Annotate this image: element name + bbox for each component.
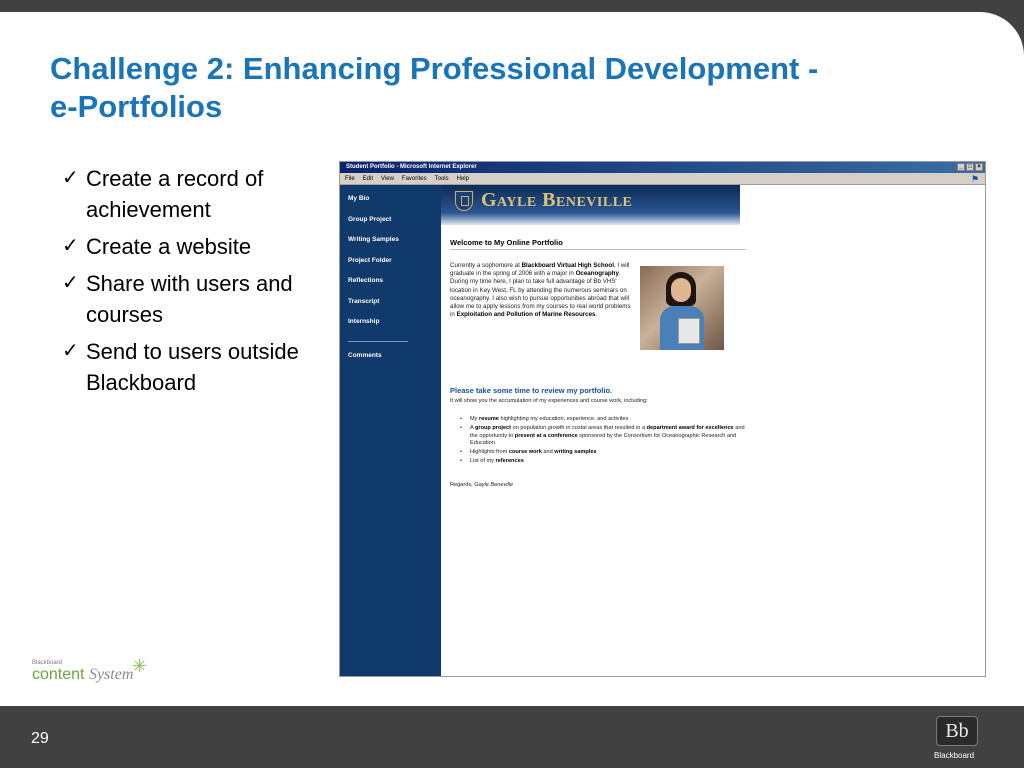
checkmark-icon: ✓ <box>62 272 79 294</box>
slide-title: Challenge 2: Enhancing Professional Deve… <box>50 50 950 126</box>
sidebar-item-writing-samples[interactable]: Writing Samples <box>340 230 441 251</box>
bullet-item: ✓ Create a website <box>62 231 322 262</box>
list-item: Highlights from course work and writing … <box>460 449 750 457</box>
cs-logo-system: System <box>88 666 134 683</box>
item-link[interactable]: resume <box>479 416 499 422</box>
list-item: List of my references <box>460 458 750 466</box>
regards-text: Regards, <box>450 482 473 488</box>
item-highlight: present at a conference <box>514 432 578 439</box>
sidebar-item-group-project[interactable]: Group Project <box>340 210 441 231</box>
intro-topic: Exploitation and Pollution of Marine Res… <box>456 311 596 319</box>
browser-viewport: My Bio Group Project Writing Samples Pro… <box>340 185 985 676</box>
sidebar-divider <box>348 340 408 342</box>
menu-file[interactable]: File <box>345 173 355 184</box>
item-text: highlighting my education, experience, a… <box>498 416 629 422</box>
browser-screenshot: Student Portfolio - Microsoft Internet E… <box>339 161 986 677</box>
item-link[interactable]: references <box>496 458 524 464</box>
close-icon[interactable]: × <box>975 163 983 171</box>
cs-logo-text: content System <box>32 666 133 683</box>
item-text: and <box>541 449 555 456</box>
bullet-text: Create a website <box>86 234 252 259</box>
portfolio-sidebar: My Bio Group Project Writing Samples Pro… <box>340 185 441 676</box>
checkmark-icon: ✓ <box>62 167 79 189</box>
sparkle-icon: ✳ <box>132 656 148 676</box>
page-number: 29 <box>31 730 49 747</box>
item-text: Highlights from <box>470 449 509 456</box>
item-link[interactable]: course work <box>509 449 542 455</box>
bullet-text: Create a record of achievement <box>86 166 264 222</box>
checkmark-icon: ✓ <box>62 340 79 362</box>
item-text: List of my <box>470 458 496 465</box>
list-item: A group project on population growth in … <box>460 425 750 448</box>
intro-school: Blackboard Virtual High School <box>521 262 614 269</box>
student-photo <box>640 266 724 350</box>
sidebar-item-comments[interactable]: Comments <box>340 346 441 367</box>
crest-icon <box>455 191 473 211</box>
intro-text: . <box>595 311 598 319</box>
blackboard-logo: Bb <box>936 716 978 746</box>
item-text: on population growth in costal areas tha… <box>511 425 647 432</box>
item-highlight: department award for excellence <box>646 425 734 432</box>
review-subtext: It will show you the accumulation of my … <box>450 398 648 404</box>
menu-tools[interactable]: Tools <box>435 173 449 184</box>
intro-major: Oceanography <box>575 270 619 278</box>
item-text: My <box>470 416 480 422</box>
signature-name: Gayle Beneville <box>474 482 514 488</box>
heading-divider <box>450 249 746 250</box>
checkmark-icon: ✓ <box>62 235 79 257</box>
portfolio-main: Gayle Beneville Welcome to My Online Por… <box>441 185 985 676</box>
title-line-1: Challenge 2: Enhancing Professional Deve… <box>50 51 819 86</box>
menu-help[interactable]: Help <box>457 173 469 184</box>
regards-line: Regards, Gayle Beneville <box>450 482 513 488</box>
window-title: Student Portfolio - Microsoft Internet E… <box>346 164 477 170</box>
item-link[interactable]: group project <box>475 425 511 431</box>
item-link[interactable]: writing samples <box>554 449 596 455</box>
content-system-logo: Blackboard content System <box>32 660 133 684</box>
bullet-item: ✓ Share with users and courses <box>62 268 322 330</box>
sidebar-item-transcript[interactable]: Transcript <box>340 292 441 313</box>
menu-edit[interactable]: Edit <box>363 173 373 184</box>
bullet-text: Send to users outside Blackboard <box>86 339 299 395</box>
menu-view[interactable]: View <box>381 173 394 184</box>
browser-menubar: File Edit View Favorites Tools Help ⚑ <box>340 173 985 185</box>
bullet-list: ✓ Create a record of achievement ✓ Create … <box>62 163 322 404</box>
intro-paragraph: Currently a sophomore at Blackboard Virt… <box>450 262 635 319</box>
portfolio-banner: Gayle Beneville <box>441 185 740 225</box>
bullet-item: ✓ Send to users outside Blackboard <box>62 336 322 398</box>
title-line-2: e-Portfolios <box>50 89 223 124</box>
portfolio-contents-list: My resume highlighting my education, exp… <box>460 416 750 468</box>
bullet-text: Share with users and courses <box>86 271 293 327</box>
review-heading: Please take some time to review my portf… <box>450 386 613 395</box>
sidebar-item-my-bio[interactable]: My Bio <box>340 189 441 210</box>
list-item: My resume highlighting my education, exp… <box>460 416 750 424</box>
banner-name: Gayle Beneville <box>481 189 633 211</box>
cs-logo-content: content <box>32 666 85 683</box>
sidebar-item-project-folder[interactable]: Project Folder <box>340 251 441 272</box>
sidebar-item-reflections[interactable]: Reflections <box>340 271 441 292</box>
bullet-item: ✓ Create a record of achievement <box>62 163 322 225</box>
sidebar-item-internship[interactable]: Internship <box>340 312 441 333</box>
browser-titlebar: Student Portfolio - Microsoft Internet E… <box>340 162 985 173</box>
windows-logo-icon: ⚑ <box>971 174 980 184</box>
menu-favorites[interactable]: Favorites <box>402 173 427 184</box>
minimize-icon[interactable]: _ <box>957 163 965 171</box>
maximize-icon[interactable]: □ <box>966 163 974 171</box>
welcome-heading: Welcome to My Online Portfolio <box>450 238 563 247</box>
intro-text: Currently a sophomore at <box>450 262 520 269</box>
blackboard-caption: Blackboard <box>934 751 975 760</box>
